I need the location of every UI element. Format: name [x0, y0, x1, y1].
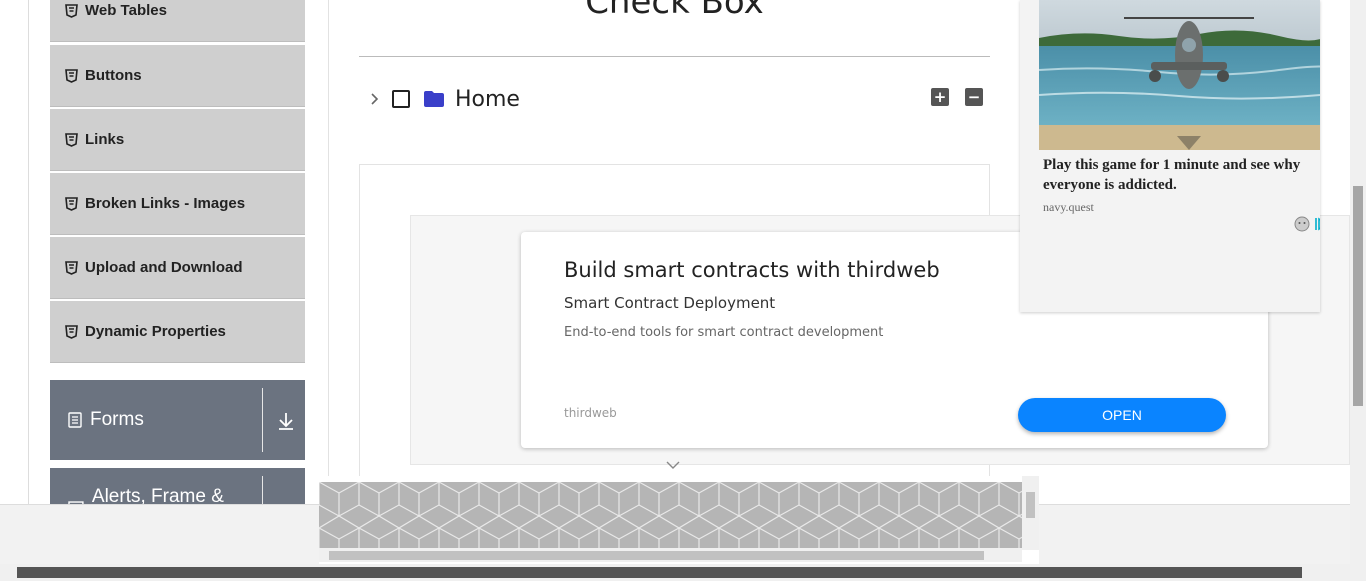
chevron-down-icon[interactable]: [666, 460, 680, 470]
scroll-thumb[interactable]: [17, 567, 1302, 578]
sidebar-item-dynamic-properties[interactable]: Dynamic Properties: [50, 301, 305, 363]
sidebar-item-label: Links: [85, 131, 125, 148]
sidebar-item-label: Dynamic Properties: [85, 323, 226, 340]
side-ad-source: navy.quest: [1043, 200, 1094, 214]
page: Web Tables Buttons Links Broken Links - …: [0, 0, 1366, 581]
ad-horizontal-scrollbar[interactable]: [319, 548, 1022, 562]
scroll-thumb[interactable]: [1026, 492, 1035, 518]
sidebar-item-upload-download[interactable]: Upload and Download: [50, 237, 305, 299]
page-title: Check Box: [585, 0, 764, 22]
ad-open-button[interactable]: OPEN: [1018, 398, 1226, 432]
ad-subheadline: Smart Contract Deployment: [564, 294, 776, 312]
helicopter-image: [1039, 0, 1320, 150]
cube-pattern: [319, 482, 1022, 550]
sidebar-item-label: Buttons: [85, 67, 142, 84]
ad-choices[interactable]: [1294, 216, 1320, 232]
section-divider: [262, 388, 263, 452]
download-icon[interactable]: [277, 411, 295, 431]
sidebar-item-label: Broken Links - Images: [85, 195, 246, 212]
sidebar-item-label: Web Tables: [85, 2, 167, 19]
section-label: Forms: [90, 409, 144, 430]
ad-headline[interactable]: Build smart contracts with thirdweb: [564, 258, 940, 282]
html5-icon: [65, 68, 78, 83]
ad-brand: thirdweb: [564, 406, 617, 420]
sidebar-item-broken-links[interactable]: Broken Links - Images: [50, 173, 305, 235]
vertical-scrollbar[interactable]: [1350, 0, 1366, 564]
ad-vertical-scrollbar[interactable]: [1022, 476, 1039, 550]
scroll-thumb[interactable]: [329, 551, 984, 560]
html5-icon: [65, 260, 78, 275]
ad-description: End-to-end tools for smart contract deve…: [564, 325, 884, 340]
document-icon: [68, 412, 82, 428]
left-divider: [28, 0, 29, 504]
collapse-all-button[interactable]: −: [965, 88, 983, 106]
side-ad-title[interactable]: Play this game for 1 minute and see why …: [1043, 155, 1320, 195]
tree-node-home: Home: [366, 84, 520, 114]
chevron-right-icon[interactable]: [366, 91, 382, 107]
html5-icon: [65, 324, 78, 339]
horizontal-scrollbar[interactable]: [0, 564, 1366, 581]
adchoices-icon[interactable]: [1314, 217, 1320, 231]
scroll-thumb[interactable]: [1353, 186, 1363, 406]
home-checkbox[interactable]: [392, 90, 410, 108]
ad-image[interactable]: [1039, 0, 1320, 150]
tree-node-label[interactable]: Home: [455, 87, 520, 112]
adchoices-face-icon[interactable]: [1294, 216, 1310, 232]
section-forms[interactable]: Forms: [50, 380, 305, 460]
ad-pattern-image: [319, 482, 1022, 550]
sidebar-item-buttons[interactable]: Buttons: [50, 45, 305, 107]
sidebar-divider: [328, 0, 329, 504]
side-ad[interactable]: Play this game for 1 minute and see why …: [1020, 0, 1320, 312]
bottom-sticky-ad[interactable]: [319, 476, 1039, 564]
html5-icon: [65, 3, 78, 18]
html5-icon: [65, 196, 78, 211]
sidebar-item-web-tables[interactable]: Web Tables: [50, 0, 305, 42]
folder-icon: [424, 91, 444, 107]
expand-all-button[interactable]: +: [931, 88, 949, 106]
sidebar-item-links[interactable]: Links: [50, 109, 305, 171]
html5-icon: [65, 132, 78, 147]
title-divider: [359, 56, 990, 57]
sidebar-item-label: Upload and Download: [85, 259, 243, 276]
